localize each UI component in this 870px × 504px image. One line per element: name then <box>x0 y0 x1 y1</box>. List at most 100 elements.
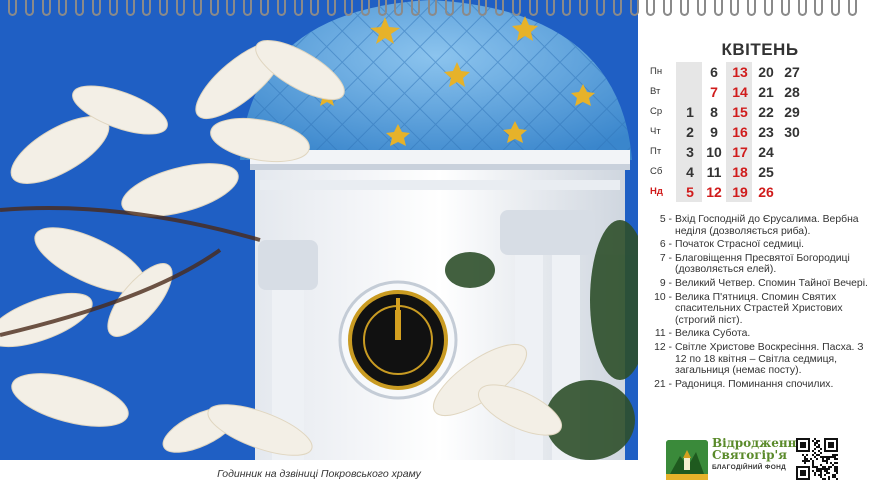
binding-ring <box>8 0 17 16</box>
weekday-label: Пт <box>650 146 662 157</box>
binding-ring <box>192 0 202 16</box>
binding-ring <box>495 0 505 16</box>
calendar-date: 22 <box>758 104 774 120</box>
holiday-text: Великий Четвер. Спомин Тайної Вечері. <box>675 277 868 289</box>
binding-ring <box>276 0 286 16</box>
holiday-item: 10 - Велика П'ятниця. Спомин Святих спаси… <box>651 292 870 327</box>
holiday-item: 5 - Вхід Господній до Єрусалима. Вербна н… <box>651 214 870 237</box>
binding-ring <box>646 0 656 16</box>
calendar-date: 15 <box>732 104 748 120</box>
calendar-date: 16 <box>732 124 748 140</box>
holiday-date: 12 - <box>654 341 672 353</box>
calendar-row: Нд 5 12 19 26 <box>650 182 870 202</box>
binding-ring <box>360 0 370 16</box>
calendar-row: Сб 4 11 18 25 <box>650 162 870 182</box>
weekday-label: Сб <box>650 166 663 177</box>
brand-subtitle: БЛАГОДІЙНИЙ ФОНД <box>712 464 787 471</box>
calendar-photo <box>0 0 638 460</box>
binding-ring <box>58 0 68 16</box>
binding-ring <box>629 0 639 16</box>
calendar-date: 25 <box>758 164 774 180</box>
church-logo-icon <box>666 440 708 480</box>
calendar-date: 4 <box>686 164 694 180</box>
binding-ring <box>226 0 236 16</box>
weekday-label: Нд <box>650 186 663 197</box>
holiday-list: 5 - Вхід Господній до Єрусалима. Вербна н… <box>651 214 870 392</box>
weekday-label: Пн <box>650 66 663 77</box>
binding-ring <box>562 0 572 16</box>
calendar-row: Пн 6 13 20 27 <box>650 62 870 82</box>
calendar-date: 7 <box>710 84 718 100</box>
binding-ring <box>680 0 689 16</box>
holiday-date: 11 - <box>654 328 672 340</box>
holiday-text: Благовіщення Пресвятої Богородиці (дозво… <box>675 252 850 276</box>
binding-ring <box>243 0 253 16</box>
calendar-date: 21 <box>758 84 774 100</box>
calendar-row: Пт 3 10 17 24 <box>650 142 870 162</box>
calendar-date: 8 <box>710 104 718 120</box>
calendar-date: 26 <box>758 184 774 200</box>
photo-caption: Годинник на дзвіниці Покровського храму <box>217 468 421 480</box>
calendar-date: 18 <box>732 164 748 180</box>
binding-ring <box>780 0 790 16</box>
calendar-date: 27 <box>784 64 800 80</box>
binding-ring <box>696 0 706 16</box>
holiday-text: Радониця. Поминання спочилих. <box>675 378 834 390</box>
holiday-text: Початок Страсної седмиці. <box>675 239 805 251</box>
holiday-date: 6 - <box>659 239 672 251</box>
binding-ring <box>831 0 841 16</box>
qr-code <box>796 438 838 480</box>
binding-ring <box>310 0 320 16</box>
binding-ring <box>764 0 773 16</box>
calendar-date: 28 <box>784 84 800 100</box>
binding-ring <box>428 0 437 16</box>
calendar-date <box>678 82 702 102</box>
holiday-date: 7 - <box>659 252 672 264</box>
binding-ring <box>327 0 337 16</box>
calendar-date: 19 <box>732 184 748 200</box>
binding-ring <box>545 0 555 16</box>
binding-ring <box>344 0 353 16</box>
calendar-date: 3 <box>686 144 694 160</box>
binding-ring <box>528 0 538 16</box>
holiday-text: Велика П'ятниця. Спомин Святих спаситель… <box>675 291 843 326</box>
weekday-label: Вт <box>650 86 661 97</box>
holiday-date: 21 - <box>654 378 672 390</box>
binding-ring <box>814 0 824 16</box>
binding-ring <box>596 0 605 16</box>
spiral-binding <box>0 0 870 18</box>
calendar-date: 10 <box>706 144 722 160</box>
binding-ring <box>848 0 857 16</box>
binding-ring <box>159 0 169 16</box>
binding-ring <box>411 0 421 16</box>
binding-ring <box>293 0 303 16</box>
binding-ring <box>663 0 673 16</box>
holiday-date: 5 - <box>659 214 672 225</box>
calendar-date: 29 <box>784 104 800 120</box>
binding-ring <box>394 0 404 16</box>
binding-ring <box>377 0 387 16</box>
binding-ring <box>730 0 740 16</box>
binding-ring <box>478 0 488 16</box>
calendar-row: Ср 1 8 15 22 29 <box>650 102 870 122</box>
calendar-date <box>678 62 702 82</box>
holiday-date: 9 - <box>659 277 672 289</box>
binding-ring <box>108 0 118 16</box>
binding-ring <box>747 0 757 16</box>
month-title: КВІТЕНЬ <box>721 40 799 59</box>
calendar-date: 6 <box>710 64 718 80</box>
calendar-date: 24 <box>758 144 774 160</box>
holiday-item: 11 - Велика Субота. <box>651 328 870 340</box>
holiday-item: 21 - Радониця. Поминання спочилих. <box>651 379 870 391</box>
binding-ring <box>209 0 219 16</box>
binding-ring <box>579 0 589 16</box>
binding-ring <box>612 0 622 16</box>
weekday-label: Ср <box>650 106 663 117</box>
calendar-date <box>780 162 804 182</box>
holiday-item: 12 - Світле Христове Воскресіння. Пасха. … <box>651 342 870 377</box>
calendar-date <box>780 182 804 202</box>
calendar-date: 9 <box>710 124 718 140</box>
binding-ring <box>512 0 521 16</box>
binding-ring <box>24 0 34 16</box>
calendar-row: Чт 2 9 16 23 30 <box>650 122 870 142</box>
